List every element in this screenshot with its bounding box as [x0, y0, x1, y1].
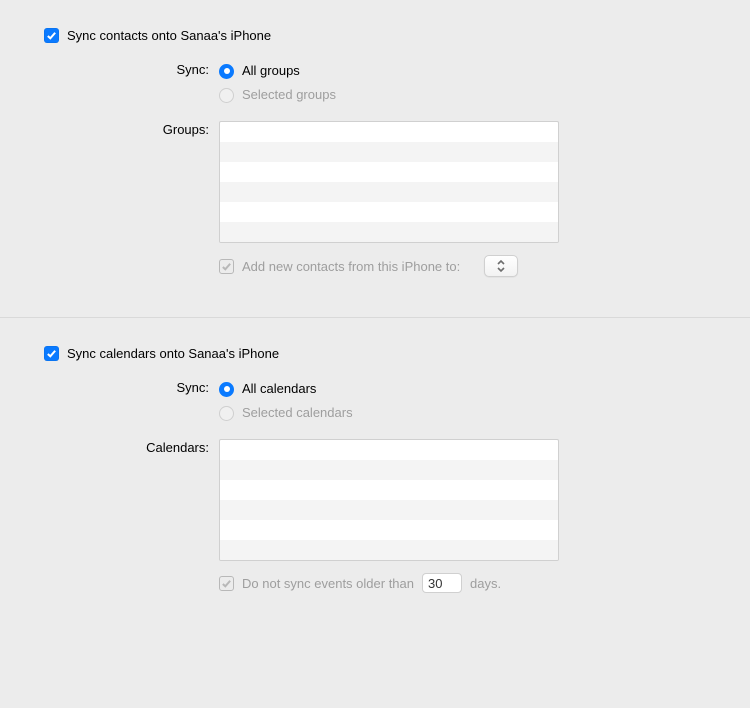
- calendars-sync-options: All calendars Selected calendars: [219, 379, 712, 427]
- list-item: [220, 182, 558, 202]
- calendars-selected-label: Selected calendars: [242, 403, 353, 423]
- contacts-selected-groups-label: Selected groups: [242, 85, 336, 105]
- list-item: [220, 440, 558, 460]
- older-than-option: Do not sync events older than 30 days.: [219, 573, 712, 593]
- list-item: [220, 480, 558, 500]
- sync-settings-panel: Sync contacts onto Sanaa's iPhone Sync: …: [0, 0, 750, 619]
- calendars-list-value: Do not sync events older than 30 days.: [219, 439, 712, 593]
- list-item: [220, 540, 558, 560]
- sync-contacts-header-row: Sync contacts onto Sanaa's iPhone: [44, 28, 712, 43]
- radio-selected-icon: [219, 382, 234, 397]
- list-item: [220, 460, 558, 480]
- calendars-list-row: Calendars: Do not sync events older than: [44, 439, 712, 593]
- checkmark-icon: [221, 578, 232, 589]
- older-than-input[interactable]: 30: [422, 573, 462, 593]
- radio-selected-icon: [219, 64, 234, 79]
- contacts-sync-row: Sync: All groups Selected groups: [44, 61, 712, 109]
- sync-contacts-label: Sync contacts onto Sanaa's iPhone: [67, 28, 271, 43]
- list-item: [220, 142, 558, 162]
- older-than-suffix: days.: [470, 576, 501, 591]
- calendars-listbox[interactable]: [219, 439, 559, 561]
- calendars-section: Sync calendars onto Sanaa's iPhone Sync:…: [0, 318, 750, 619]
- list-item: [220, 222, 558, 242]
- contacts-section: Sync contacts onto Sanaa's iPhone Sync: …: [0, 0, 750, 317]
- older-than-value: 30: [428, 576, 442, 591]
- contacts-groups-row: Groups: Add new contacts from this iPhon…: [44, 121, 712, 277]
- radio-unselected-icon: [219, 88, 234, 103]
- contacts-sync-options: All groups Selected groups: [219, 61, 712, 109]
- contacts-groups-label: Groups:: [44, 121, 209, 137]
- sync-contacts-checkbox[interactable]: [44, 28, 59, 43]
- add-contacts-label: Add new contacts from this iPhone to:: [242, 259, 460, 274]
- contacts-all-groups-label: All groups: [242, 61, 300, 81]
- list-item: [220, 162, 558, 182]
- sync-calendars-checkbox[interactable]: [44, 346, 59, 361]
- calendars-selected-option[interactable]: Selected calendars: [219, 403, 712, 423]
- checkmark-icon: [46, 348, 57, 359]
- calendars-list-label: Calendars:: [44, 439, 209, 455]
- contacts-all-groups-option[interactable]: All groups: [219, 61, 712, 81]
- calendars-sync-row: Sync: All calendars Selected calendars: [44, 379, 712, 427]
- updown-arrows-icon: [496, 259, 506, 273]
- calendars-sync-label: Sync:: [44, 379, 209, 395]
- older-than-checkbox[interactable]: [219, 576, 234, 591]
- list-item: [220, 500, 558, 520]
- radio-unselected-icon: [219, 406, 234, 421]
- contacts-sync-label: Sync:: [44, 61, 209, 77]
- contacts-groups-value: Add new contacts from this iPhone to:: [219, 121, 712, 277]
- older-than-prefix: Do not sync events older than: [242, 576, 414, 591]
- sync-calendars-label: Sync calendars onto Sanaa's iPhone: [67, 346, 279, 361]
- checkmark-icon: [46, 30, 57, 41]
- calendars-all-option[interactable]: All calendars: [219, 379, 712, 399]
- contacts-selected-groups-option[interactable]: Selected groups: [219, 85, 712, 105]
- add-contacts-option: Add new contacts from this iPhone to:: [219, 255, 712, 277]
- list-item: [220, 122, 558, 142]
- list-item: [220, 202, 558, 222]
- sync-calendars-header-row: Sync calendars onto Sanaa's iPhone: [44, 346, 712, 361]
- add-contacts-dropdown[interactable]: [484, 255, 518, 277]
- checkmark-icon: [221, 261, 232, 272]
- calendars-all-label: All calendars: [242, 379, 316, 399]
- add-contacts-checkbox[interactable]: [219, 259, 234, 274]
- list-item: [220, 520, 558, 540]
- contacts-groups-listbox[interactable]: [219, 121, 559, 243]
